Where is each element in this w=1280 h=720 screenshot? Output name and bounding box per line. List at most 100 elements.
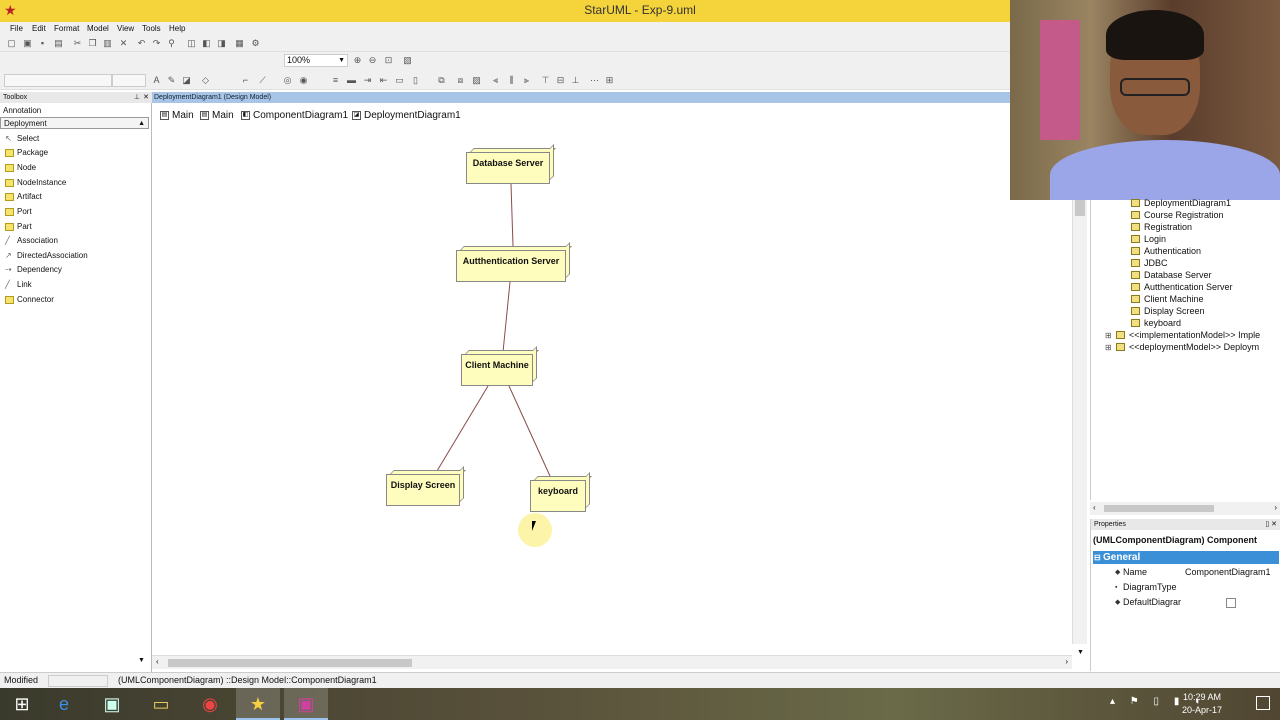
align-middle-icon[interactable]: ⊟ — [555, 75, 566, 86]
show-props-icon[interactable]: ▬ — [346, 75, 357, 86]
tree-item[interactable]: DeploymentDiagram1 — [1131, 197, 1231, 209]
node-keyboard[interactable]: keyboard — [530, 472, 592, 512]
tool-select[interactable]: ↖ Select — [0, 132, 150, 146]
zoom-out-icon[interactable]: ⊖ — [367, 55, 378, 66]
windows-start-icon[interactable]: ⊞ — [0, 688, 44, 720]
tree-item[interactable]: Registration — [1131, 221, 1192, 233]
font-family-combo[interactable] — [4, 74, 112, 87]
tab-main-2[interactable]: ▤ Main — [198, 108, 234, 123]
tree-item[interactable]: Database Server — [1131, 269, 1212, 281]
menu-model[interactable]: Model — [87, 24, 109, 33]
chevron-right-icon[interactable]: › — [1274, 503, 1277, 512]
close-icon[interactable]: ✕ — [143, 92, 149, 103]
font-icon[interactable]: A — [151, 75, 162, 86]
network-app-icon[interactable]: ▣ — [90, 688, 134, 720]
menu-file[interactable]: File — [10, 24, 23, 33]
pin-icon[interactable]: ⊥ — [134, 92, 140, 103]
scroll-thumb[interactable] — [1104, 505, 1214, 512]
property-row-name[interactable]: ◆ Name ComponentDiagram1 — [1093, 565, 1279, 580]
internet-explorer-icon[interactable]: e — [42, 688, 86, 720]
tree-item[interactable]: Course Registration — [1131, 209, 1224, 221]
scroll-thumb[interactable] — [168, 659, 412, 667]
tool-link[interactable]: ╱ Link — [0, 278, 150, 292]
diagram-icon[interactable]: ◧ — [201, 38, 212, 49]
tool-association[interactable]: ╱ Association — [0, 234, 150, 248]
compartment-icon[interactable]: ▭ — [394, 75, 405, 86]
category-annotation[interactable]: Annotation — [0, 105, 150, 117]
tool-directedassociation[interactable]: ↗ DirectedAssociation — [0, 249, 150, 263]
tree-item[interactable]: ⊞ <<deploymentModel>> Deploym — [1105, 341, 1259, 353]
tree-item[interactable]: JDBC — [1131, 257, 1168, 269]
send-back-icon[interactable]: ⧈ — [455, 75, 466, 86]
zoom-select[interactable]: 100% ▼ — [284, 54, 348, 67]
space-icon[interactable]: ⊞ — [604, 75, 615, 86]
tree-item[interactable]: Client Machine — [1131, 293, 1204, 305]
chrome-icon[interactable]: ◉ — [188, 688, 232, 720]
align-left-icon[interactable]: ⫷ — [490, 75, 501, 86]
align-right-icon[interactable]: ⫸ — [521, 75, 532, 86]
oblique-icon[interactable]: ⟋ — [257, 75, 268, 86]
tool-artifact[interactable]: Artifact — [0, 190, 150, 204]
tree-horizontal-scrollbar[interactable]: ‹ › — [1090, 502, 1280, 515]
menu-format[interactable]: Format — [54, 24, 79, 33]
property-value[interactable]: ComponentDiagram1 — [1185, 565, 1271, 580]
property-group-general[interactable]: ⊟ General — [1093, 551, 1279, 564]
tab-deploymentdiagram1[interactable]: ◪ DeploymentDiagram1 — [350, 108, 461, 123]
clock[interactable]: 10:29 AM 20-Apr-17 — [1172, 691, 1232, 717]
chevron-left-icon[interactable]: ‹ — [156, 657, 159, 666]
tree-item[interactable]: keyboard — [1131, 317, 1181, 329]
canvas-horizontal-scrollbar[interactable]: ‹ › — [152, 655, 1072, 669]
node-database-server[interactable]: Database Server — [466, 144, 556, 184]
settings-icon[interactable]: ⚙ — [250, 38, 261, 49]
property-row-diagramtype[interactable]: ▪ DiagramType — [1093, 580, 1279, 595]
autosize-icon[interactable]: ▯ — [410, 75, 421, 86]
tab-main-1[interactable]: ▤ Main — [158, 108, 194, 123]
group-icon[interactable]: ▨ — [471, 75, 482, 86]
undo-icon[interactable]: ↶ — [136, 38, 147, 49]
tree-item[interactable]: Autthentication Server — [1131, 281, 1233, 293]
notification-icon[interactable] — [1256, 696, 1270, 710]
line-style-icon[interactable]: ◇ — [200, 75, 211, 86]
new-file-icon[interactable]: ▢ — [6, 38, 17, 49]
node-client-machine[interactable]: Client Machine — [461, 346, 539, 386]
diagram-canvas[interactable]: Database Server Autthentication Server C… — [152, 124, 1072, 656]
print-icon[interactable]: ▤ — [53, 38, 64, 49]
cut-icon[interactable]: ✂ — [72, 38, 83, 49]
staruml-taskbar-icon[interactable]: ★ — [236, 688, 280, 720]
show-visibility-icon[interactable]: ⇤ — [378, 75, 389, 86]
tool-node[interactable]: Node — [0, 161, 150, 175]
fill-icon[interactable]: ◪ — [181, 75, 192, 86]
canvas-vertical-scrollbar[interactable]: ▼ — [1072, 124, 1087, 656]
tool-port[interactable]: Port — [0, 205, 150, 219]
align-bottom-icon[interactable]: ⊥ — [570, 75, 581, 86]
tool-package[interactable]: Package — [0, 146, 150, 160]
tree-item[interactable]: Display Screen — [1131, 305, 1205, 317]
zoom-fit-icon[interactable]: ⊡ — [383, 55, 394, 66]
collapse-icon[interactable]: ⊟ — [1094, 551, 1101, 564]
tool-connector[interactable]: Connector — [0, 293, 150, 307]
delete-icon[interactable]: ✕ — [118, 38, 129, 49]
tab-componentdiagram1[interactable]: ◧ ComponentDiagram1 — [239, 108, 348, 123]
font-size-combo[interactable] — [112, 74, 146, 87]
zoom-in-icon[interactable]: ⊕ — [352, 55, 363, 66]
redo-icon[interactable]: ↷ — [151, 38, 162, 49]
expand-icon[interactable]: ⊞ — [1105, 342, 1114, 354]
bring-front-icon[interactable]: ⧉ — [436, 75, 447, 86]
stereotype-icon[interactable]: ◎ — [282, 75, 293, 86]
addin-icon[interactable]: ▦ — [234, 38, 245, 49]
copy-icon[interactable]: ❐ — [87, 38, 98, 49]
open-folder-icon[interactable]: ▣ — [22, 38, 33, 49]
layout-icon[interactable]: ◨ — [216, 38, 227, 49]
show-parent-icon[interactable]: ⇥ — [362, 75, 373, 86]
suppress-attr-icon[interactable]: ◉ — [298, 75, 309, 86]
menu-edit[interactable]: Edit — [32, 24, 46, 33]
tool-part[interactable]: Part — [0, 220, 150, 234]
tool-dependency[interactable]: ⇢ Dependency — [0, 263, 150, 277]
chevron-down-icon[interactable]: ▼ — [138, 657, 150, 669]
tool-nodeinstance[interactable]: NodeInstance — [0, 176, 150, 190]
rectilinear-icon[interactable]: ⌐ — [240, 75, 251, 86]
chevron-left-icon[interactable]: ‹ — [1093, 503, 1096, 512]
chevron-right-icon[interactable]: › — [1065, 657, 1068, 666]
save-icon[interactable]: ▪ — [37, 38, 48, 49]
file-explorer-icon[interactable]: ▭ — [139, 688, 183, 720]
